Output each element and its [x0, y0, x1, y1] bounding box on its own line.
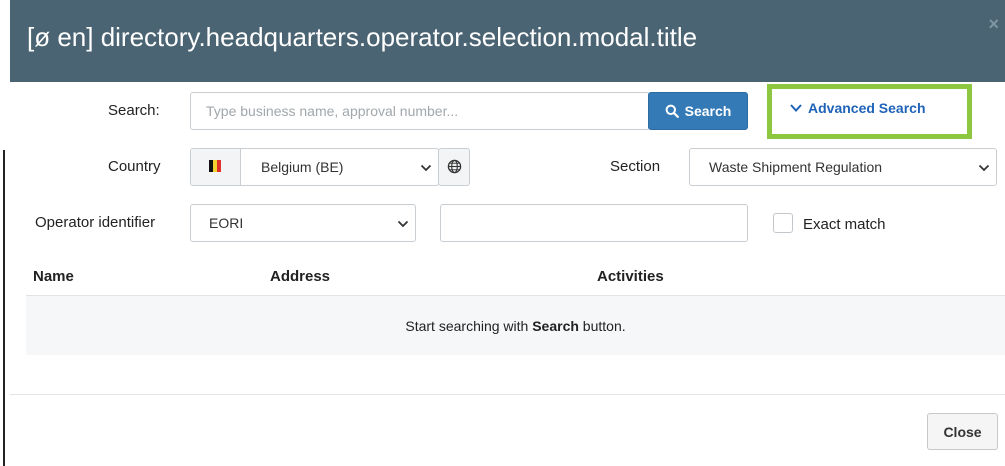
column-header-address: Address [270, 268, 331, 285]
search-label: Search: [108, 102, 160, 119]
search-button[interactable]: Search [648, 92, 748, 130]
chevron-down-icon [397, 220, 409, 228]
column-header-name: Name [33, 268, 74, 285]
search-icon [665, 104, 679, 118]
globe-icon [447, 159, 462, 174]
empty-message-prefix: Start searching with [405, 318, 533, 334]
column-header-activities: Activities [597, 268, 664, 285]
country-select[interactable]: Belgium (BE) [190, 148, 439, 186]
close-icon[interactable]: × [988, 14, 999, 35]
exact-match-checkbox[interactable] [773, 213, 793, 233]
operator-selection-modal: [ø en] directory.headquarters.operator.s… [10, 0, 1005, 466]
search-button-label: Search [684, 103, 732, 119]
section-select[interactable]: Waste Shipment Regulation [689, 148, 997, 186]
operator-identifier-label: Operator identifier [35, 214, 156, 231]
belgium-flag-icon [209, 160, 221, 172]
close-button[interactable]: Close [927, 413, 998, 450]
table-empty-row: Start searching with Search button. [26, 296, 1005, 355]
modal-header: [ø en] directory.headquarters.operator.s… [10, 0, 1005, 82]
country-flag-box [191, 149, 241, 185]
advanced-search-toggle[interactable]: Advanced Search [790, 100, 926, 116]
country-selected-value: Belgium (BE) [261, 159, 344, 175]
chevron-down-icon [790, 104, 802, 112]
chevron-down-icon [978, 164, 990, 172]
search-input[interactable]: Type business name, approval number... [190, 92, 650, 130]
section-selected-value: Waste Shipment Regulation [709, 159, 883, 175]
empty-state-message: Start searching with Search button. [26, 318, 1005, 334]
section-label: Section [610, 158, 661, 175]
background-page-edge [0, 0, 10, 466]
exact-match-label: Exact match [803, 216, 886, 233]
empty-message-suffix: button. [578, 318, 626, 334]
modal-title: [ø en] directory.headquarters.operator.s… [27, 22, 698, 52]
operator-identifier-input[interactable] [440, 204, 748, 242]
footer-divider [10, 394, 1005, 395]
advanced-search-label: Advanced Search [808, 100, 926, 116]
country-label: Country [108, 158, 161, 175]
search-placeholder: Type business name, approval number... [206, 103, 459, 119]
chevron-down-icon [420, 164, 432, 172]
background-divider [3, 150, 5, 466]
country-globe-button[interactable] [438, 148, 470, 186]
operator-identifier-type-select[interactable]: EORI [190, 204, 416, 242]
operator-identifier-type-value: EORI [209, 215, 244, 231]
advanced-search-highlight: Advanced Search [767, 84, 972, 139]
empty-message-strong: Search [532, 318, 579, 334]
